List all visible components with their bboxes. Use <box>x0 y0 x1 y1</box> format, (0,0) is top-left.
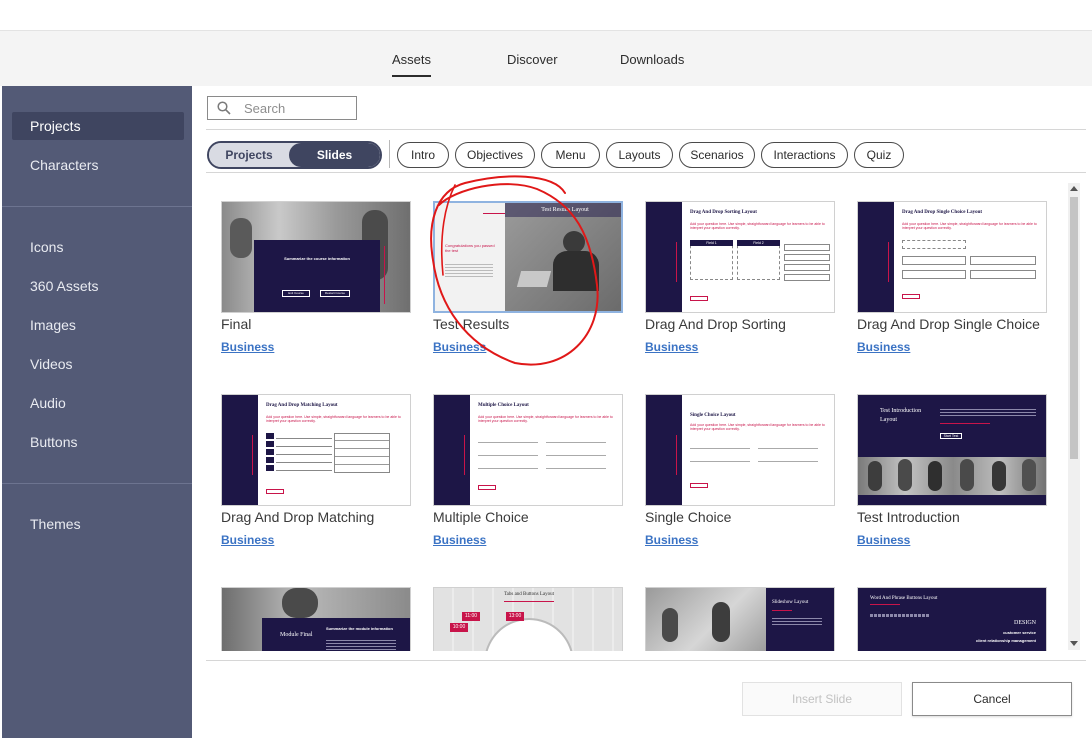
slide-thumbnail[interactable]: Drag And Drop Matching Layout Add your q… <box>221 394 411 506</box>
search-icon <box>217 101 231 115</box>
vertical-scrollbar[interactable] <box>1068 183 1080 650</box>
slide-thumbnail[interactable]: Test Results Layout Congratulations you … <box>433 201 623 313</box>
thumb-heading: Module Final <box>280 632 313 638</box>
thumb-word: customer service <box>1003 630 1036 635</box>
search-input[interactable]: Search <box>207 96 357 120</box>
slide-thumbnail[interactable]: Drag And Drop Single Choice Layout Add y… <box>857 201 1047 313</box>
slide-card-title: Final <box>221 316 252 332</box>
sidebar-divider <box>2 483 192 484</box>
scroll-up-arrow-icon[interactable] <box>1070 186 1078 191</box>
filter-quiz[interactable]: Quiz <box>854 142 904 168</box>
search-placeholder: Search <box>244 101 286 116</box>
cancel-button[interactable]: Cancel <box>912 682 1072 716</box>
insert-slide-button[interactable]: Insert Slide <box>742 682 902 716</box>
sidebar: Projects Characters Icons 360 Assets Ima… <box>2 86 192 738</box>
slide-card-tag[interactable]: Business <box>857 533 910 547</box>
sidebar-item-videos[interactable]: Videos <box>12 350 184 378</box>
thumb-word: DESIGN <box>1014 620 1036 626</box>
tab-downloads[interactable]: Downloads <box>620 52 684 67</box>
filter-separator <box>389 140 390 168</box>
thumb-time: 11:00 <box>462 612 480 621</box>
thumb-heading: Single Choice Layout <box>690 413 736 418</box>
slide-thumbnail[interactable]: Multiple Choice Layout Add your question… <box>433 394 623 506</box>
slide-thumbnail[interactable]: Drag And Drop Sorting Layout Add your qu… <box>645 201 835 313</box>
slide-card-tag[interactable]: Business <box>221 533 274 547</box>
toggle-slides[interactable]: Slides <box>289 143 380 167</box>
filter-menu[interactable]: Menu <box>541 142 600 168</box>
thumb-field: Field 1 <box>690 240 733 246</box>
slide-thumbnail[interactable]: Module Final Summarize the module inform… <box>221 587 411 651</box>
toggle-projects[interactable]: Projects <box>209 143 289 167</box>
slide-card-title: Test Results <box>433 316 510 332</box>
sidebar-item-360-assets[interactable]: 360 Assets <box>12 272 184 300</box>
slide-card-title: Multiple Choice <box>433 509 529 525</box>
slide-card-title: Test Introduction <box>857 509 960 525</box>
slide-card-tag[interactable]: Business <box>857 340 910 354</box>
sidebar-item-characters[interactable]: Characters <box>12 151 184 179</box>
slide-card-tag[interactable]: Business <box>433 533 486 547</box>
slide-card-tag[interactable]: Business <box>433 340 486 354</box>
scroll-down-arrow-icon[interactable] <box>1070 641 1078 646</box>
slide-thumbnail[interactable]: Word And Phrase Buttons Layout DESIGN cu… <box>857 587 1047 651</box>
sidebar-item-buttons[interactable]: Buttons <box>12 428 184 456</box>
filter-intro[interactable]: Intro <box>397 142 449 168</box>
tab-discover[interactable]: Discover <box>507 52 558 67</box>
thumb-time: 13:00 <box>506 612 524 621</box>
slide-card-title: Drag And Drop Single Choice <box>857 316 1040 332</box>
thumb-question: Add your question here. Use simple, stra… <box>902 222 1037 230</box>
sidebar-item-themes[interactable]: Themes <box>12 510 184 538</box>
thumb-heading: Tabs and Buttons Layout <box>503 592 555 597</box>
thumb-heading: Multiple Choice Layout <box>478 403 529 408</box>
thumb-time: 10:00 <box>450 623 468 632</box>
thumb-question: Add your question here. Use simple, stra… <box>266 415 401 423</box>
thumb-heading: Drag And Drop Single Choice Layout <box>902 210 983 215</box>
thumb-heading: Slideshow Layout <box>772 600 809 605</box>
thumb-word: client relationship management <box>975 638 1036 643</box>
filter-bar: Projects Slides Intro Objectives Menu La… <box>206 129 1086 173</box>
thumb-heading: Test Results Layout <box>541 207 589 213</box>
slide-thumbnail[interactable]: Tabs and Buttons Layout 11:00 10:00 13:0… <box>433 587 623 651</box>
thumb-heading: Test Introduction Layout <box>880 408 922 423</box>
slide-card-tag[interactable]: Business <box>645 340 698 354</box>
thumb-question: Add your question here. Use simple, stra… <box>690 222 825 230</box>
slide-thumbnail[interactable]: Summarize the course information Exit Co… <box>221 201 411 313</box>
scrollbar-thumb[interactable] <box>1070 197 1078 459</box>
sidebar-divider <box>2 206 192 207</box>
thumb-question: Add your question here. Use simple, stra… <box>478 415 613 423</box>
projects-slides-toggle[interactable]: Projects Slides <box>207 141 382 169</box>
thumb-text: Summarize the module information <box>326 626 393 631</box>
filter-objectives[interactable]: Objectives <box>455 142 535 168</box>
thumb-heading: Drag And Drop Matching Layout <box>266 403 338 408</box>
sidebar-item-audio[interactable]: Audio <box>12 389 184 417</box>
slide-card-tag[interactable]: Business <box>221 340 274 354</box>
window-titlebar <box>0 0 1092 31</box>
sidebar-item-projects[interactable]: Projects <box>12 112 184 140</box>
filter-scenarios[interactable]: Scenarios <box>679 142 755 168</box>
filter-layouts[interactable]: Layouts <box>606 142 673 168</box>
slide-card-title: Single Choice <box>645 509 732 525</box>
footer-divider <box>206 660 1086 661</box>
tab-assets[interactable]: Assets <box>392 52 432 77</box>
top-nav: Assets Discover Downloads <box>0 31 1092 86</box>
slide-thumbnail[interactable]: Single Choice Layout Add your question h… <box>645 394 835 506</box>
sidebar-item-icons[interactable]: Icons <box>12 233 184 261</box>
thumb-button: Restart Course <box>320 290 350 297</box>
main-panel: Search Projects Slides Intro Objectives … <box>192 86 1092 738</box>
thumb-field: Field 2 <box>737 240 780 246</box>
slide-thumbnail[interactable]: Slideshow Layout <box>645 587 835 651</box>
thumb-heading: Drag And Drop Sorting Layout <box>690 210 757 215</box>
filter-interactions[interactable]: Interactions <box>761 142 848 168</box>
slide-grid: Summarize the course information Exit Co… <box>206 181 1070 651</box>
thumb-button: Exit Course <box>282 290 310 297</box>
thumb-heading: Word And Phrase Buttons Layout <box>870 596 938 601</box>
slide-thumbnail[interactable]: Test Introduction Layout Start Test <box>857 394 1047 506</box>
thumb-text: Congratulations you passed the test <box>445 243 495 253</box>
thumb-button: Start Test <box>940 433 962 439</box>
slide-card-title: Drag And Drop Sorting <box>645 316 786 332</box>
thumb-question: Add your question here. Use simple, stra… <box>690 423 825 431</box>
thumb-heading: Summarize the course information <box>284 256 350 261</box>
slide-card-title: Drag And Drop Matching <box>221 509 375 525</box>
sidebar-item-images[interactable]: Images <box>12 311 184 339</box>
slide-card-tag[interactable]: Business <box>645 533 698 547</box>
